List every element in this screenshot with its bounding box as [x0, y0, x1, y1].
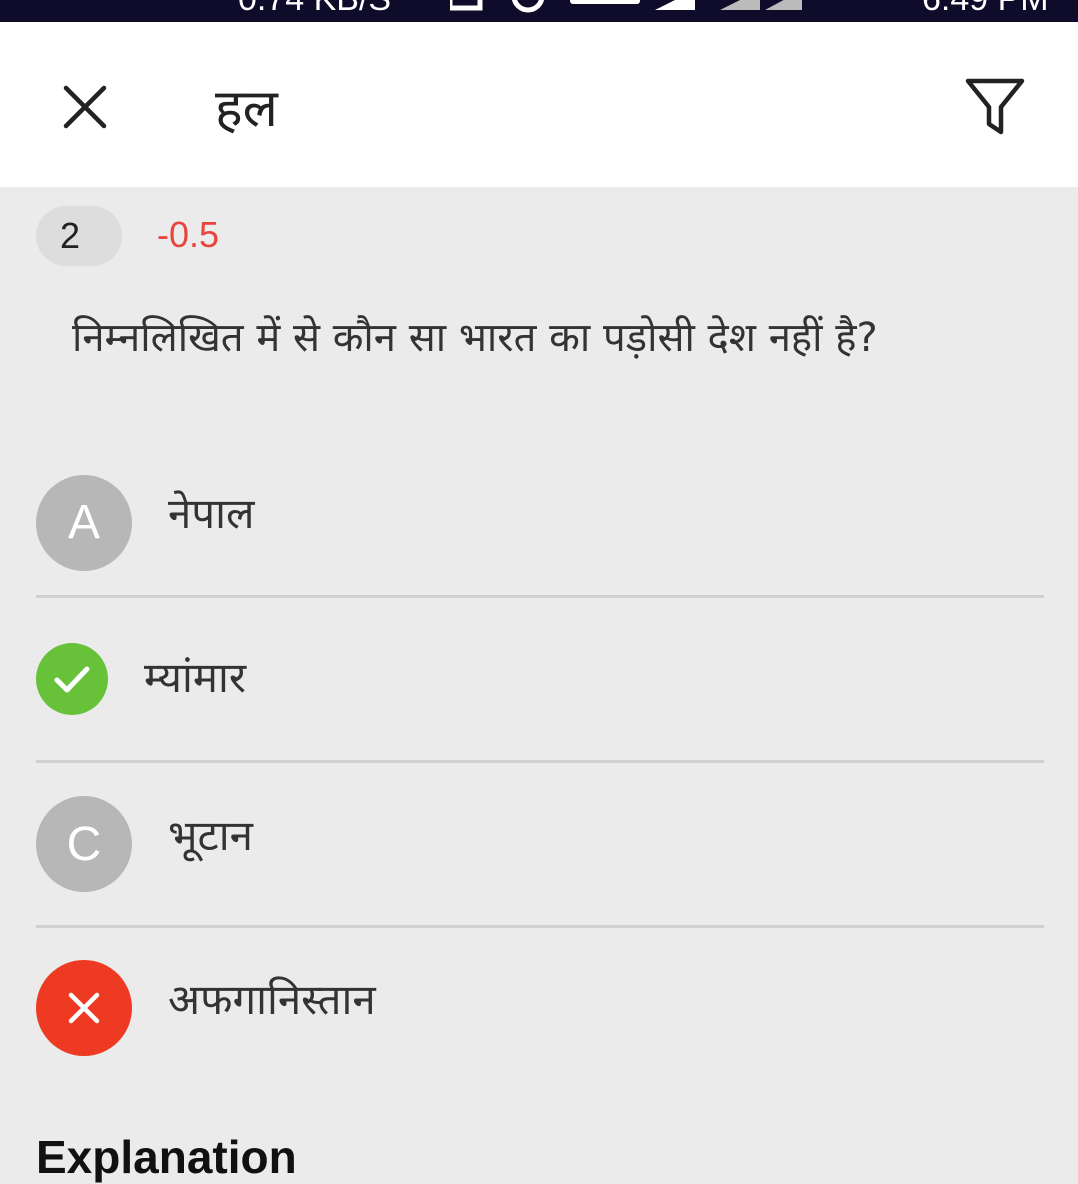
filter-button[interactable] [955, 67, 1035, 147]
option-b[interactable]: म्यांमार [36, 598, 1044, 763]
option-a[interactable]: A नेपाल [36, 450, 1044, 598]
wrong-badge [36, 960, 132, 1056]
filter-icon [965, 78, 1025, 135]
question-marks: -0.5 [157, 214, 220, 255]
checkmark-icon [54, 666, 90, 693]
app-bar: हल [0, 22, 1078, 187]
close-icon [63, 85, 107, 129]
question-number-badge: 2 [36, 206, 122, 266]
cross-icon [68, 992, 100, 1024]
option-a-letter-badge: A [36, 474, 132, 571]
clock: 6:49 PM [922, 0, 1049, 19]
page-title: हल [215, 79, 278, 139]
correct-badge [36, 643, 108, 715]
option-d[interactable]: अफगानिस्तान [36, 928, 1044, 1088]
status-icons [450, 0, 802, 13]
option-a-label: नेपाल [168, 489, 255, 538]
option-c[interactable]: C भूटान [36, 763, 1044, 928]
option-b-label: म्यांमार [144, 652, 247, 702]
explanation-heading: Explanation [36, 1131, 297, 1183]
status-bar: 0.74 KB/S 6:49 PM [0, 0, 1078, 22]
close-button[interactable] [50, 72, 120, 142]
solution-screen: 0.74 KB/S 6:49 PM हल 2 -0.5 निम्नलिखित म… [0, 0, 1078, 1184]
network-speed: 0.74 KB/S [238, 0, 391, 19]
option-d-label: अफगानिस्तान [168, 974, 376, 1024]
option-c-label: भूटान [168, 810, 253, 860]
question-text: निम्नलिखित में से कौन सा भारत का पड़ोसी … [72, 315, 878, 361]
option-c-letter-badge: C [36, 796, 132, 892]
